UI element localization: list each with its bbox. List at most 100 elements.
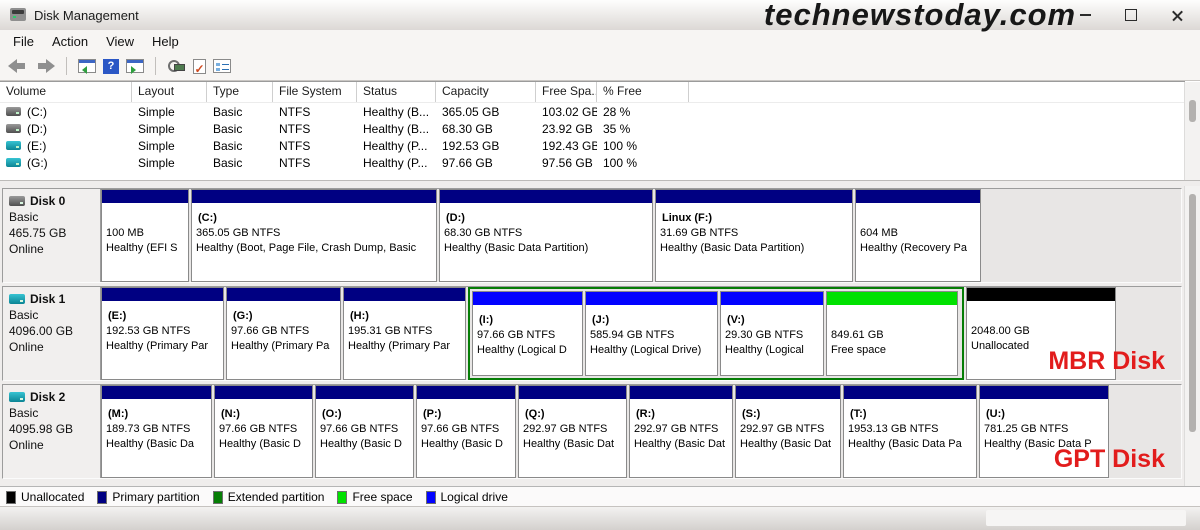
partition-name bbox=[106, 211, 184, 226]
partition-j[interactable]: (J:) 585.94 GB NTFS Healthy (Logical Drive… bbox=[585, 291, 718, 376]
status-bar-panel bbox=[986, 510, 1186, 526]
column-header-free[interactable]: % Free bbox=[597, 82, 689, 102]
partition-color-bar-primary bbox=[102, 288, 223, 301]
help-icon[interactable]: ? bbox=[103, 58, 119, 74]
partition-info: Linux (F:) 31.69 GB NTFS Healthy (Basic Da… bbox=[656, 203, 852, 256]
column-header-file-system[interactable]: File System bbox=[273, 82, 357, 102]
minimize-button[interactable] bbox=[1062, 0, 1108, 30]
partition-color-bar-primary bbox=[192, 190, 436, 203]
partition-healthy-recovery-pa[interactable]: 604 MB Healthy (Recovery Pa bbox=[855, 189, 981, 282]
volume-disk-icon bbox=[6, 158, 21, 167]
menu-item-file[interactable]: File bbox=[4, 32, 43, 51]
volume-list-header: Volume Layout Type File System Status Capacit… bbox=[0, 82, 1185, 103]
partition-r[interactable]: (R:) 292.97 GB NTFS Healthy (Basic Dat bbox=[629, 385, 733, 478]
partition-q[interactable]: (Q:) 292.97 GB NTFS Healthy (Basic Dat bbox=[518, 385, 627, 478]
partition-c[interactable]: (C:) 365.05 GB NTFS Healthy (Boot, Page Fi… bbox=[191, 189, 437, 282]
partition-e[interactable]: (E:) 192.53 GB NTFS Healthy (Primary Par bbox=[101, 287, 224, 380]
partition-i[interactable]: (I:) 97.66 GB NTFS Healthy (Logical D bbox=[472, 291, 583, 376]
partition-g[interactable]: (G:) 97.66 GB NTFS Healthy (Primary Pa bbox=[226, 287, 341, 380]
menu-item-view[interactable]: View bbox=[97, 32, 143, 51]
close-button[interactable] bbox=[1154, 0, 1200, 30]
partition-h[interactable]: (H:) 195.31 GB NTFS Healthy (Primary Par bbox=[343, 287, 466, 380]
column-header-layout[interactable]: Layout bbox=[132, 82, 207, 102]
volume-cell: Basic bbox=[213, 155, 243, 170]
toolbar-separator bbox=[155, 57, 156, 75]
toolbar: ? ✓ bbox=[0, 52, 1200, 81]
partition-n[interactable]: (N:) 97.66 GB NTFS Healthy (Basic D bbox=[214, 385, 313, 478]
forward-arrow-icon[interactable] bbox=[35, 59, 55, 73]
partition-info: 2048.00 GB Unallocated bbox=[967, 301, 1115, 354]
column-header-status[interactable]: Status bbox=[357, 82, 436, 102]
partition-free-space[interactable]: 849.61 GB Free space bbox=[826, 291, 958, 376]
volume-list-scroll-thumb[interactable] bbox=[1189, 100, 1196, 122]
partition-color-bar-primary bbox=[980, 386, 1108, 399]
partition-status: Healthy (Basic D bbox=[219, 438, 301, 450]
window-controls bbox=[1062, 0, 1200, 30]
partition-d[interactable]: (D:) 68.30 GB NTFS Healthy (Basic Data Par… bbox=[439, 189, 653, 282]
back-arrow-icon[interactable] bbox=[8, 59, 28, 73]
partition-info: 100 MB Healthy (EFI S bbox=[102, 203, 188, 256]
partition-info: (J:) 585.94 GB NTFS Healthy (Logical Drive… bbox=[586, 305, 717, 358]
menu-item-help[interactable]: Help bbox=[143, 32, 188, 51]
partition-t[interactable]: (T:) 1953.13 GB NTFS Healthy (Basic Data P… bbox=[843, 385, 977, 478]
console-tree-icon[interactable] bbox=[78, 59, 96, 74]
column-header-capacity[interactable]: Capacity bbox=[436, 82, 536, 102]
disk-size: 4096.00 GB bbox=[9, 324, 74, 338]
volume-row-d[interactable]: (D:) Simple Basic NTFS Healthy (B... 68.30 GB… bbox=[0, 120, 1185, 137]
disk-info-panel-disk-2[interactable]: Disk 2 Basic 4095.98 GB Online bbox=[3, 385, 101, 478]
volume-row-g[interactable]: (G:) Simple Basic NTFS Healthy (P... 97.66 GB… bbox=[0, 154, 1185, 171]
partition-p[interactable]: (P:) 97.66 GB NTFS Healthy (Basic D bbox=[416, 385, 516, 478]
partition-info: (V:) 29.30 GB NTFS Healthy (Logical bbox=[721, 305, 823, 358]
partition-v[interactable]: (V:) 29.30 GB NTFS Healthy (Logical bbox=[720, 291, 824, 376]
volume-list-pane: Volume Layout Type File System Status Capacit… bbox=[0, 81, 1185, 181]
legend-item-primary-partition: Primary partition bbox=[97, 490, 200, 504]
partition-healthy-efi-s[interactable]: 100 MB Healthy (EFI S bbox=[101, 189, 189, 282]
graphical-view-scrollbar[interactable] bbox=[1184, 186, 1200, 486]
partition-color-bar-primary bbox=[215, 386, 312, 399]
disk-status: Online bbox=[9, 340, 44, 354]
disk-info-panel-disk-0[interactable]: Disk 0 Basic 465.75 GB Online bbox=[3, 189, 101, 282]
maximize-button[interactable] bbox=[1108, 0, 1154, 30]
column-header-volume[interactable]: Volume bbox=[0, 82, 132, 102]
volume-list-scrollbar[interactable] bbox=[1184, 82, 1200, 180]
action-pane-icon[interactable] bbox=[126, 59, 144, 74]
column-header-type[interactable]: Type bbox=[207, 82, 273, 102]
partition-color-bar-primary bbox=[844, 386, 976, 399]
disk-name: Disk 0 bbox=[9, 193, 94, 209]
column-header-free-spa[interactable]: Free Spa... bbox=[536, 82, 597, 102]
partition-o[interactable]: (O:) 97.66 GB NTFS Healthy (Basic D bbox=[315, 385, 414, 478]
disk-partition-strip: (E:) 192.53 GB NTFS Healthy (Primary Par (G… bbox=[101, 287, 1181, 380]
window-title: Disk Management bbox=[34, 8, 139, 23]
partition-size: 31.69 GB NTFS bbox=[660, 227, 739, 239]
disk-info-panel-disk-1[interactable]: Disk 1 Basic 4096.00 GB Online bbox=[3, 287, 101, 380]
partition-color-bar-primary bbox=[316, 386, 413, 399]
partition-size: 2048.00 GB bbox=[971, 325, 1030, 337]
graphical-view-scroll-thumb[interactable] bbox=[1189, 194, 1196, 432]
partition-m[interactable]: (M:) 189.73 GB NTFS Healthy (Basic Da bbox=[101, 385, 212, 478]
properties-icon[interactable] bbox=[213, 59, 231, 73]
partition-name: (U:) bbox=[986, 408, 1005, 420]
volume-cell: (D:) bbox=[0, 122, 132, 136]
partition-color-bar-logical bbox=[473, 292, 582, 305]
partition-status: Healthy (Basic Data Pa bbox=[848, 438, 962, 450]
partition-info: (H:) 195.31 GB NTFS Healthy (Primary Par bbox=[344, 301, 465, 354]
partition-status: Healthy (Primary Pa bbox=[231, 340, 330, 352]
partition-linux-f[interactable]: Linux (F:) 31.69 GB NTFS Healthy (Basic Da… bbox=[655, 189, 853, 282]
partition-status: Healthy (Basic Data Partition) bbox=[660, 242, 805, 254]
volume-cell: 365.05 GB bbox=[442, 104, 500, 119]
menu-item-action[interactable]: Action bbox=[43, 32, 97, 51]
partition-u[interactable]: (U:) 781.25 GB NTFS Healthy (Basic Data P bbox=[979, 385, 1109, 478]
partition-name: (O:) bbox=[322, 408, 342, 420]
disk-type: Basic bbox=[9, 406, 39, 420]
rescan-disks-icon[interactable] bbox=[167, 59, 186, 74]
check-disk-icon[interactable]: ✓ bbox=[193, 58, 206, 75]
volume-cell: 100 % bbox=[603, 155, 638, 170]
extended-partition-container[interactable]: (I:) 97.66 GB NTFS Healthy (Logical D (J:) 5… bbox=[468, 287, 964, 380]
legend-label: Free space bbox=[352, 490, 413, 504]
volume-cell: (G:) bbox=[0, 156, 132, 170]
partition-s[interactable]: (S:) 292.97 GB NTFS Healthy (Basic Dat bbox=[735, 385, 841, 478]
volume-row-c[interactable]: (C:) Simple Basic NTFS Healthy (B... 365.05 G… bbox=[0, 103, 1185, 120]
partition-unallocated[interactable]: 2048.00 GB Unallocated bbox=[966, 287, 1116, 380]
partition-color-bar-primary bbox=[519, 386, 626, 399]
volume-row-e[interactable]: (E:) Simple Basic NTFS Healthy (P... 192.53 G… bbox=[0, 137, 1185, 154]
